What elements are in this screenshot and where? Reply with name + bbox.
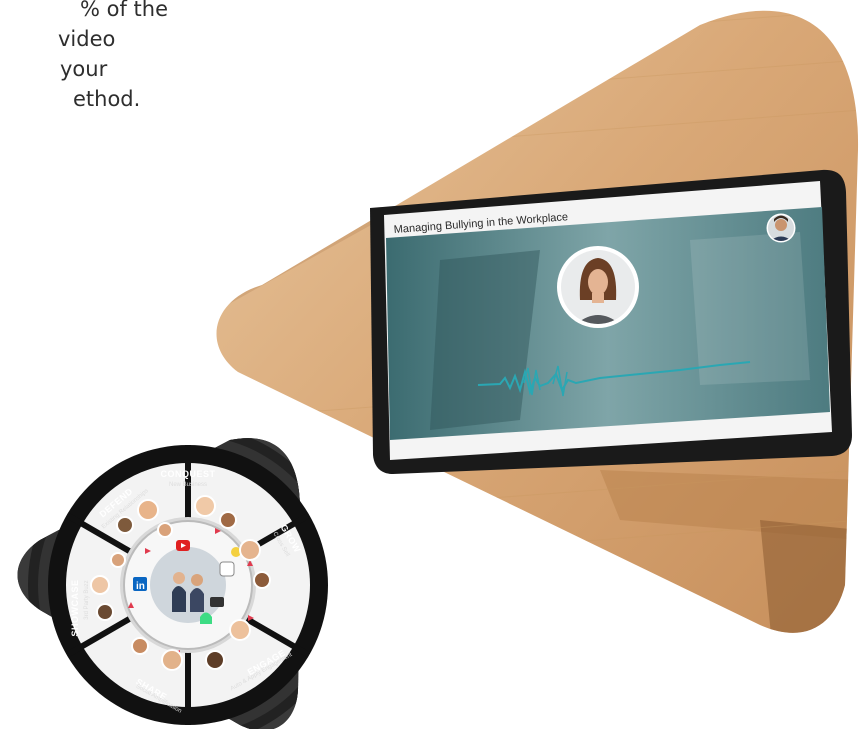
svg-text:in: in [136,581,145,592]
youtube-icon [176,540,190,551]
wheel-segment-label: CONQUEST [160,469,215,479]
tablet: Managing Bullying in the Workplace [370,169,852,474]
linkedin-icon: in [133,577,147,592]
slack-icon [219,561,235,577]
camera-icon [210,597,224,607]
hero-illustration: Managing Bullying in the Workplace in CO… [17,10,859,729]
wheel-segment-sub: New Business [169,482,207,488]
strategy-wheel: in CONQUEST New Business GROW Cross Sell… [17,438,328,729]
wheel-segment-label: SHOWCASE [70,579,80,636]
wheel-segment-sub: 3rd Party Buzz [84,580,90,619]
